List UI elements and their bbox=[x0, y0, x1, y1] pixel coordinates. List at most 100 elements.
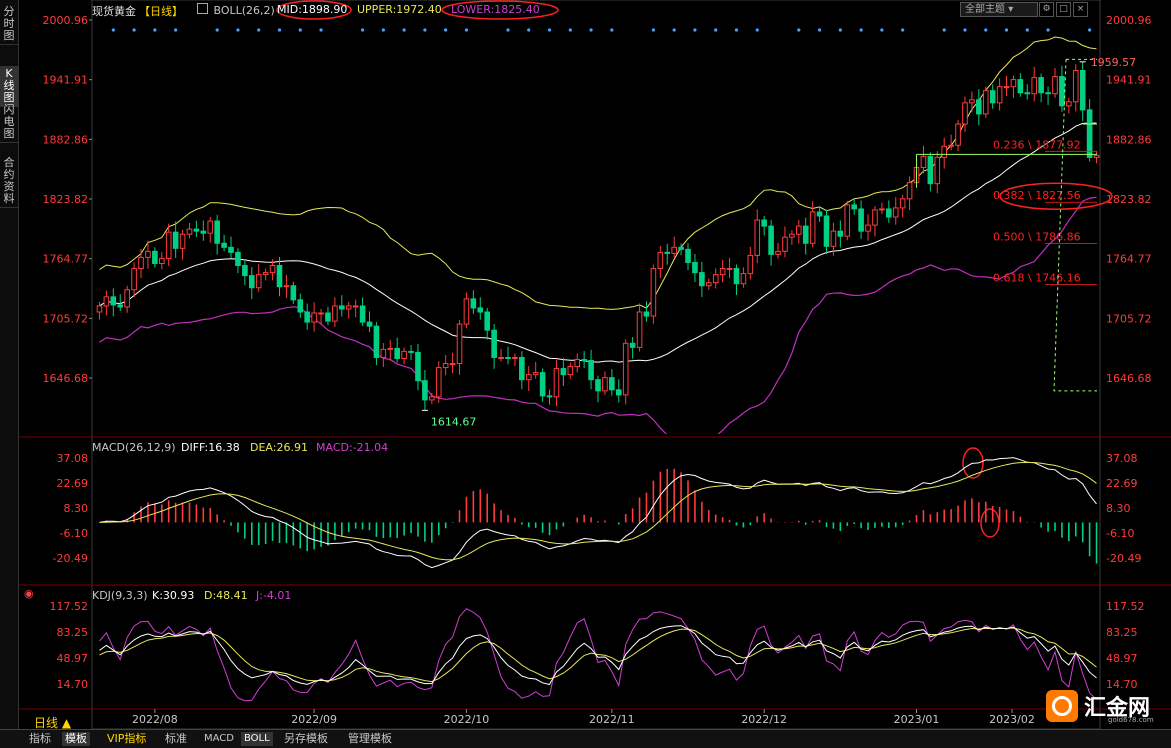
candle-body bbox=[678, 246, 684, 250]
candle-body bbox=[276, 265, 283, 288]
macd-histogram-value: MACD:-21.04 bbox=[316, 441, 389, 454]
candle-body bbox=[124, 289, 130, 308]
candle-body bbox=[574, 358, 581, 368]
candle-body bbox=[865, 224, 871, 232]
kdj-k-line bbox=[99, 625, 1097, 686]
tab-vip-indicators[interactable]: VIP指标 bbox=[104, 732, 149, 746]
tab-macd[interactable]: MACD bbox=[201, 732, 237, 746]
candle-body bbox=[712, 274, 719, 284]
signal-dot bbox=[859, 28, 863, 32]
candle-body bbox=[657, 251, 664, 270]
tab-indicators[interactable]: 指标 bbox=[26, 732, 54, 746]
signal-dot bbox=[1088, 28, 1092, 32]
tab-save-template[interactable]: 另存模板 bbox=[281, 732, 331, 746]
candle-body bbox=[1079, 69, 1086, 111]
close-icon[interactable]: × bbox=[1073, 2, 1088, 17]
signal-dot bbox=[111, 28, 115, 32]
signal-dot bbox=[714, 28, 718, 32]
left-sidebar: 分时图 K线图 闪电图 合约资料 bbox=[0, 0, 19, 729]
candle-body bbox=[96, 305, 103, 313]
chevron-down-icon: ▾ bbox=[1008, 4, 1014, 15]
bottom-toolbar: 指标 模板 VIP指标 标准 MACD BOLL 另存模板 管理模板 bbox=[0, 729, 1171, 748]
candle-body bbox=[982, 90, 989, 115]
instrument-title: 现货黄金 bbox=[92, 5, 136, 18]
candle-body bbox=[525, 374, 532, 381]
brand-logo-ring-icon bbox=[1052, 696, 1072, 716]
candle-body bbox=[262, 272, 269, 276]
candle-body bbox=[131, 268, 137, 291]
signal-dot bbox=[942, 28, 946, 32]
candle-body bbox=[1003, 86, 1010, 89]
candle-body bbox=[290, 285, 297, 301]
tab-boll[interactable]: BOLL bbox=[241, 732, 273, 746]
candle-body bbox=[103, 296, 110, 307]
candle-body bbox=[200, 230, 207, 234]
signal-dot bbox=[277, 28, 282, 32]
candle-body bbox=[844, 204, 851, 237]
signal-dot bbox=[402, 28, 406, 32]
period-label: 【日线】 bbox=[139, 5, 183, 18]
candle-body bbox=[927, 155, 934, 185]
highlight-macd-hist-ellipse bbox=[980, 508, 1000, 538]
candle-body bbox=[138, 256, 144, 270]
macd-tick-label-left: -20.49 bbox=[53, 552, 88, 565]
settings-icon[interactable]: ⚙ bbox=[1039, 2, 1054, 17]
candle-body bbox=[158, 257, 165, 264]
candle-body bbox=[754, 219, 761, 256]
maximize-icon[interactable]: □ bbox=[1056, 2, 1071, 17]
signal-dot bbox=[215, 28, 219, 32]
price-tick-label-left: 1882.86 bbox=[43, 133, 89, 146]
signal-dot bbox=[693, 28, 697, 32]
candle-body bbox=[1086, 109, 1093, 158]
candle-body bbox=[768, 225, 774, 255]
candle-body bbox=[886, 208, 892, 218]
tab-templates[interactable]: 模板 bbox=[62, 732, 90, 746]
tab-lightning[interactable]: 闪电图 bbox=[0, 102, 18, 143]
signal-dot bbox=[651, 28, 655, 32]
brand-logo: 汇金网 gold678.com bbox=[1046, 690, 1158, 724]
theme-dropdown[interactable]: 全部主题 ▾ bbox=[960, 2, 1038, 17]
signal-dot bbox=[381, 28, 385, 32]
candle-body bbox=[962, 102, 968, 125]
candle-body bbox=[484, 311, 491, 331]
candle-body bbox=[345, 305, 352, 310]
tab-standard[interactable]: 标准 bbox=[162, 732, 190, 746]
kdj-tick-label-left: 48.97 bbox=[57, 652, 89, 665]
candle-body bbox=[1072, 69, 1079, 103]
candle-body bbox=[761, 219, 767, 227]
candle-body bbox=[747, 254, 754, 275]
candle-body bbox=[401, 350, 407, 359]
candle-body bbox=[304, 311, 310, 323]
candle-body bbox=[1017, 79, 1024, 94]
signal-dot bbox=[236, 28, 240, 32]
candle-body bbox=[463, 298, 470, 325]
signal-dot bbox=[672, 28, 676, 32]
kdj-d-line bbox=[99, 627, 1097, 683]
kdj-settings-icon[interactable]: ◉ bbox=[24, 587, 34, 600]
candle-body bbox=[796, 225, 802, 235]
candle-body bbox=[477, 307, 484, 313]
candle-body bbox=[456, 323, 463, 365]
candle-body bbox=[297, 299, 304, 313]
tab-kline[interactable]: K线图 bbox=[0, 66, 18, 107]
macd-tick-label-right: -6.10 bbox=[1106, 527, 1134, 540]
candle-body bbox=[325, 312, 331, 322]
candle-body bbox=[512, 356, 518, 359]
theme-label: 全部主题 bbox=[965, 4, 1005, 15]
candle-body bbox=[837, 230, 844, 237]
candle-body bbox=[283, 285, 290, 288]
month-tick-label: 2022/11 bbox=[589, 713, 635, 726]
candle-body bbox=[858, 208, 864, 232]
candle-body bbox=[740, 273, 747, 285]
candle-body bbox=[435, 367, 442, 398]
candle-body bbox=[726, 268, 733, 271]
candle-body bbox=[359, 305, 366, 323]
candle-body bbox=[339, 305, 345, 310]
kline-chart[interactable]: 2000.96 2000.96 1941.91 1941.91 1882.86 1882.… bbox=[19, 0, 1171, 729]
candle-body bbox=[207, 220, 214, 234]
candle-body bbox=[1024, 92, 1031, 95]
candle-body bbox=[470, 298, 477, 309]
tab-manage-templates[interactable]: 管理模板 bbox=[345, 732, 395, 746]
tab-contract-info[interactable]: 合约资料 bbox=[0, 155, 18, 208]
tab-intraday[interactable]: 分时图 bbox=[0, 4, 18, 45]
